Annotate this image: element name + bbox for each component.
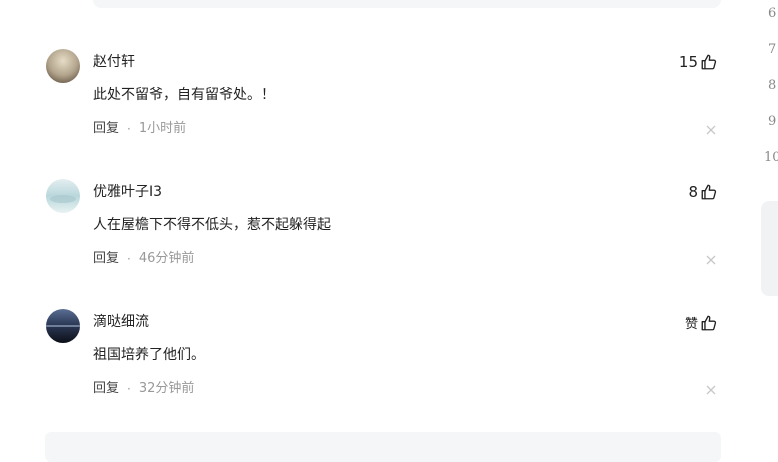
separator-dot: · [127, 122, 131, 136]
close-icon[interactable] [704, 382, 718, 396]
comment-content: 人在屋檐下不得不低头，惹不起躲得起 [93, 217, 331, 233]
rank-number: 8 [768, 78, 777, 93]
rank-number: 6 [768, 6, 777, 21]
comment-content: 祖国培养了他们。 [93, 347, 205, 363]
comment-username[interactable]: 赵付轩 [93, 53, 135, 71]
like-button[interactable]: 8 [688, 183, 718, 201]
avatar[interactable] [46, 309, 80, 343]
previous-reply-box [93, 0, 721, 8]
rank-number: 9 [768, 114, 777, 129]
like-label: 赞 [684, 317, 698, 332]
reply-button[interactable]: 回复 [93, 251, 119, 267]
separator-dot: · [127, 252, 131, 266]
comment-meta: 回复 · 32分钟前 [93, 381, 194, 397]
comment-username[interactable]: 优雅叶子I3 [93, 183, 162, 201]
rank-number: 7 [768, 42, 777, 57]
comment-time: 46分钟前 [138, 251, 195, 266]
comment-item: 优雅叶子I3 人在屋檐下不得不低头，惹不起躲得起 回复 · 46分钟前 8 [0, 179, 740, 289]
like-button[interactable]: 赞 [685, 313, 718, 332]
avatar[interactable] [46, 179, 80, 213]
close-icon[interactable] [704, 252, 718, 266]
rank-number: 10 [764, 150, 778, 165]
comment-meta: 回复 · 46分钟前 [93, 251, 194, 267]
sidebar-panel [761, 201, 778, 296]
next-section-box [45, 432, 721, 462]
thumbs-up-icon [700, 183, 718, 201]
comment-item: 赵付轩 此处不留爷，自有留爷处。！ 回复 · 1小时前 15 [0, 49, 740, 159]
comment-content: 此处不留爷，自有留爷处。！ [93, 87, 275, 103]
like-count: 8 [688, 183, 698, 201]
comment-meta: 回复 · 1小时前 [93, 121, 186, 137]
close-icon[interactable] [704, 122, 718, 136]
like-button[interactable]: 15 [679, 53, 718, 71]
comment-item: 滴哒细流 祖国培养了他们。 回复 · 32分钟前 赞 [0, 309, 740, 419]
comment-time: 1小时前 [138, 121, 187, 136]
reply-button[interactable]: 回复 [93, 121, 119, 137]
comment-username[interactable]: 滴哒细流 [93, 313, 149, 331]
comment-time: 32分钟前 [138, 381, 195, 396]
reply-button[interactable]: 回复 [93, 381, 119, 397]
thumbs-up-icon [700, 314, 718, 332]
like-count: 15 [678, 53, 698, 71]
thumbs-up-icon [700, 53, 718, 71]
avatar[interactable] [46, 49, 80, 83]
separator-dot: · [127, 382, 131, 396]
